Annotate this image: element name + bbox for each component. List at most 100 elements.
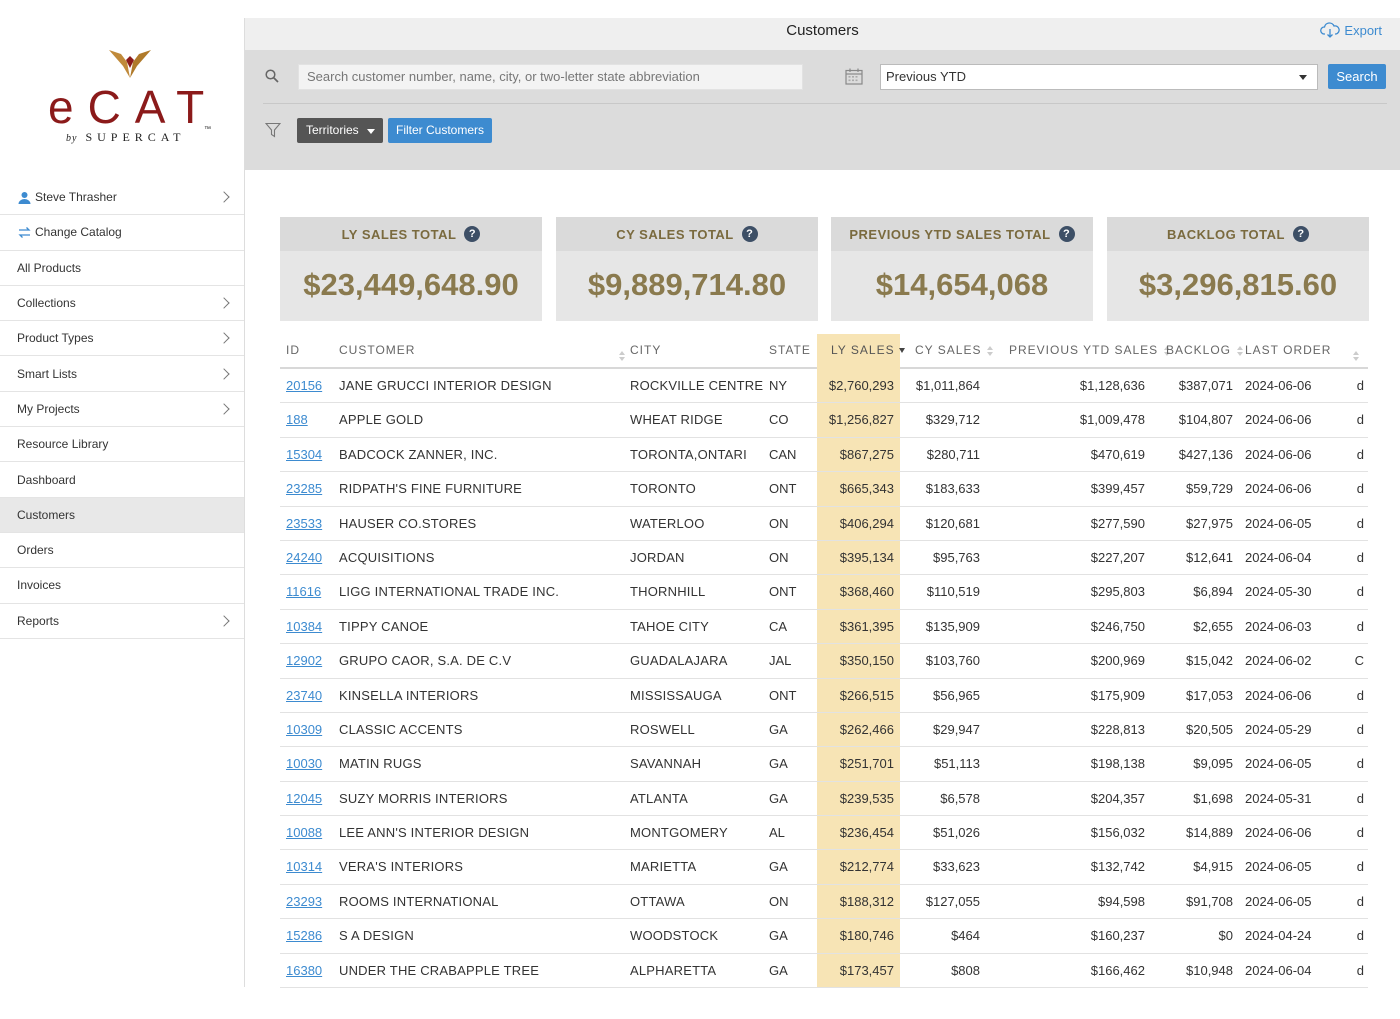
calendar-icon[interactable]: [845, 68, 863, 85]
customer-city: ROCKVILLE CENTRE: [630, 378, 764, 393]
page-title: Customers: [786, 22, 859, 39]
chevron-right-icon: [218, 615, 230, 627]
customer-id-link[interactable]: 23740: [286, 679, 336, 713]
table-row[interactable]: 23740 KINSELLA INTERIORS MISSISSAUGA ONT $26…: [280, 679, 1368, 713]
column-header-previous-ytd-sales[interactable]: PREVIOUS YTD SALES: [1009, 334, 1171, 369]
backlog: $27,975: [1186, 515, 1233, 531]
search-input[interactable]: Search customer number, name, city, or t…: [298, 64, 803, 90]
filter-customers-button[interactable]: Filter Customers: [388, 118, 492, 143]
chevron-right-icon: [218, 297, 230, 309]
table-row[interactable]: 23285 RIDPATH'S FINE FURNITURE TORONTO ONT $…: [280, 472, 1368, 507]
customer-id-link[interactable]: 11616: [286, 575, 336, 609]
table-row[interactable]: 10030 MATIN RUGS SAVANNAH GA $251,701 $51,113…: [280, 747, 1368, 782]
customer-id-link[interactable]: 23293: [286, 885, 336, 919]
customer-id-link[interactable]: 188: [286, 403, 336, 437]
help-icon[interactable]: ?: [464, 226, 481, 242]
last-order: 2024-06-04: [1245, 549, 1312, 565]
search-button[interactable]: Search: [1328, 64, 1386, 89]
card-value: $9,889,714.80: [587, 267, 787, 302]
table-row[interactable]: 12045 SUZY MORRIS INTERIORS ATLANTA GA $239,…: [280, 782, 1368, 817]
sidebar-item-label: Reports: [17, 613, 60, 628]
sort-icon[interactable]: [1353, 350, 1359, 361]
column-header-cy-sales[interactable]: CY SALES: [915, 334, 994, 369]
column-header-customer[interactable]: CUSTOMER: [339, 334, 415, 369]
sort-icon[interactable]: [619, 350, 625, 361]
sidebar-item-all-products[interactable]: All Products: [0, 251, 244, 286]
export-button[interactable]: Export: [1320, 22, 1382, 38]
previous-ytd-sales: $94,598: [1098, 893, 1145, 909]
table-row[interactable]: 12902 GRUPO CAOR, S.A. DE C.V GUADALAJARA J…: [280, 644, 1368, 679]
table-row[interactable]: 24240 ACQUISITIONS JORDAN ON $395,134 $95,763…: [280, 541, 1368, 576]
customer-name: GRUPO CAOR, S.A. DE C.V: [339, 653, 512, 669]
customer-id-link[interactable]: 15286: [286, 919, 336, 953]
customer-id-link[interactable]: 10030: [286, 747, 336, 781]
sidebar-item-steve-thrasher[interactable]: Steve Thrasher: [0, 180, 244, 216]
table-row[interactable]: 10314 VERA'S INTERIORS MARIETTA GA $212,774 $…: [280, 850, 1368, 885]
customer-state: GA: [769, 928, 788, 944]
column-header-id[interactable]: ID: [286, 334, 300, 369]
table-row[interactable]: 15304 BADCOCK ZANNER, INC. TORONTA,ONTARI C…: [280, 438, 1368, 473]
period-select[interactable]: Previous YTD: [880, 64, 1318, 90]
customer-name: SUZY MORRIS INTERIORS: [339, 790, 508, 806]
customers-table: ID CUSTOMER CITY STATE LY SALES CY SALES PREVI…: [280, 334, 1368, 989]
table-row[interactable]: 16380 UNDER THE CRABAPPLE TREE ALPHARETTA G…: [280, 954, 1368, 989]
cy-sales: $135,909: [925, 618, 980, 634]
backlog: $0: [1218, 928, 1233, 944]
customer-id-link[interactable]: 16380: [286, 954, 336, 988]
sidebar-item-smart-lists[interactable]: Smart Lists: [0, 356, 244, 392]
sidebar-item-reports[interactable]: Reports: [0, 604, 244, 639]
sidebar-item-product-types[interactable]: Product Types: [0, 321, 244, 357]
cy-sales: $183,633: [925, 481, 980, 497]
sidebar-item-my-projects[interactable]: My Projects: [0, 392, 244, 428]
column-header-city[interactable]: CITY: [630, 334, 661, 369]
sidebar-item-change-catalog[interactable]: Change Catalog: [0, 215, 244, 251]
table-row[interactable]: 10309 CLASSIC ACCENTS ROSWELL GA $262,466 $29…: [280, 713, 1368, 748]
customer-id-link[interactable]: 23533: [286, 507, 336, 541]
customer-id-link[interactable]: 10309: [286, 713, 336, 747]
help-icon[interactable]: ?: [1292, 226, 1309, 242]
last-order: 2024-04-24: [1245, 928, 1312, 944]
column-header-backlog[interactable]: BACKLOG: [1166, 334, 1244, 369]
sidebar-item-orders[interactable]: Orders: [0, 533, 244, 569]
customer-id-link[interactable]: 12045: [286, 782, 336, 816]
help-icon[interactable]: ?: [1058, 226, 1075, 242]
ly-sales: $251,701: [839, 756, 894, 772]
column-header-state[interactable]: STATE: [769, 334, 811, 369]
sidebar-item-dashboard[interactable]: Dashboard: [0, 462, 244, 498]
table-row[interactable]: 10384 TIPPY CANOE TAHOE CITY CA $361,395 $135…: [280, 610, 1368, 645]
table-row[interactable]: 10088 LEE ANN'S INTERIOR DESIGN MONTGOMERY…: [280, 816, 1368, 851]
customer-id-link[interactable]: 10384: [286, 610, 336, 644]
table-row[interactable]: 11616 LIGG INTERNATIONAL TRADE INC. THORNH…: [280, 575, 1368, 610]
customer-id-link[interactable]: 12902: [286, 644, 336, 678]
customer-id-link[interactable]: 15304: [286, 438, 336, 472]
column-header-ly-sales[interactable]: LY SALES: [831, 334, 905, 369]
backlog: $1,698: [1193, 790, 1233, 806]
sidebar-item-invoices[interactable]: Invoices: [0, 568, 244, 604]
status-code: d: [1356, 446, 1364, 462]
sidebar-item-collections[interactable]: Collections: [0, 286, 244, 322]
column-header-last-order[interactable]: LAST ORDER: [1245, 334, 1331, 369]
sidebar-item-label: Orders: [17, 543, 54, 558]
customer-city: JORDAN: [630, 549, 685, 565]
sidebar-item-customers[interactable]: Customers: [0, 497, 244, 533]
table-row[interactable]: 20156 JANE GRUCCI INTERIOR DESIGN ROCKVILL…: [280, 369, 1368, 404]
table-row[interactable]: 23533 HAUSER CO.STORES WATERLOO ON $406,294 $…: [280, 507, 1368, 541]
customer-id-link[interactable]: 24240: [286, 541, 336, 575]
customer-id-link[interactable]: 10088: [286, 816, 336, 850]
table-body: 20156 JANE GRUCCI INTERIOR DESIGN ROCKVILL…: [280, 369, 1368, 989]
ecat-logo[interactable]: eCAT by SUPERCAT ™: [48, 46, 213, 146]
table-row[interactable]: 15286 S A DESIGN WOODSTOCK GA $180,746 $464 $1…: [280, 919, 1368, 954]
customer-state: ON: [769, 893, 789, 909]
customer-id-link[interactable]: 23285: [286, 472, 336, 506]
ly-sales: $239,535: [839, 790, 894, 806]
help-icon[interactable]: ?: [741, 226, 758, 242]
backlog: $91,708: [1186, 893, 1233, 909]
sidebar-item-resource-library[interactable]: Resource Library: [0, 427, 244, 463]
customer-id-link[interactable]: 10314: [286, 850, 336, 884]
table-row[interactable]: 188 APPLE GOLD WHEAT RIDGE CO $1,256,827 $329…: [280, 403, 1368, 438]
backlog: $2,655: [1193, 618, 1233, 634]
table-row[interactable]: 23293 ROOMS INTERNATIONAL OTTAWA ON $188,312…: [280, 885, 1368, 920]
ly-sales: $867,275: [839, 446, 894, 462]
territories-dropdown[interactable]: Territories: [297, 118, 383, 143]
customer-id-link[interactable]: 20156: [286, 369, 336, 403]
